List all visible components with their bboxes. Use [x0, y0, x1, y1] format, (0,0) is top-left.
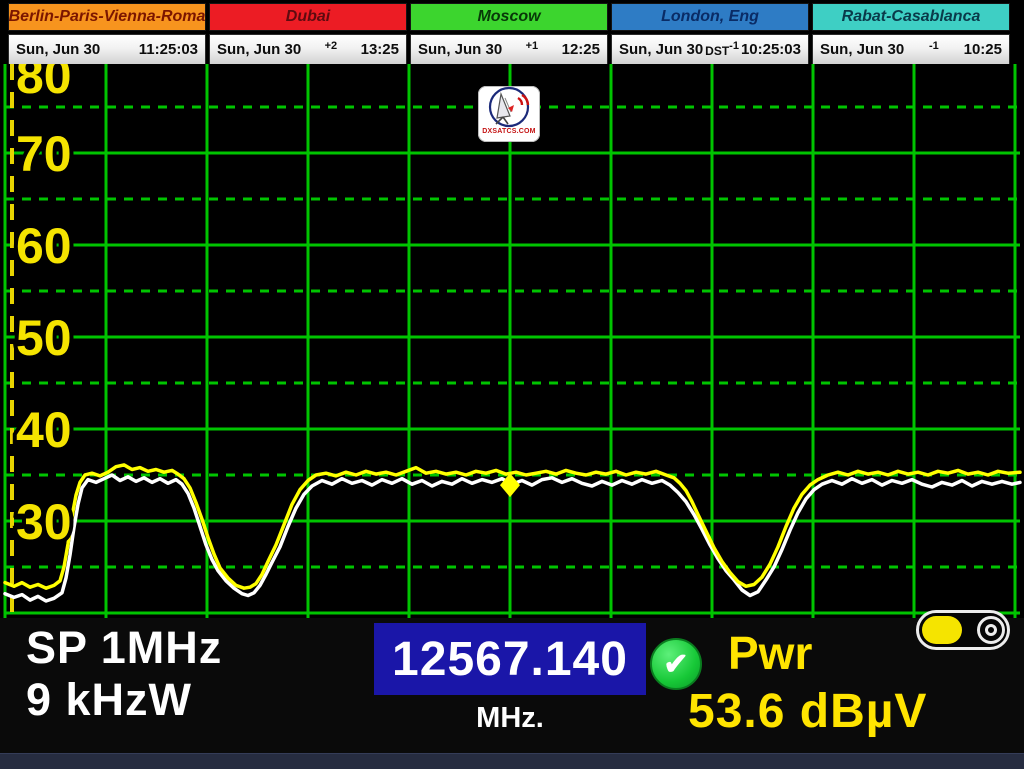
lock-check-icon: ✔ [650, 638, 702, 690]
clock-rabat: Rabat-Casablanca Sun, Jun 30 -1 10:25 [812, 3, 1010, 65]
y-tick-label: 60 [16, 218, 72, 274]
city-name-dubai: Dubai [209, 3, 407, 31]
city-name-london: London, Eng [611, 3, 809, 31]
date-label: Sun, Jun 30 [418, 41, 502, 58]
city-name-rabat: Rabat-Casablanca [812, 3, 1010, 31]
tz-offset-label: +2 [325, 40, 338, 59]
clock-time-berlin: Sun, Jun 30 11:25:03 [8, 34, 206, 65]
y-tick-label: 80 [16, 64, 72, 104]
date-label: Sun, Jun 30 [619, 41, 703, 58]
time-label: 10:25:03 [741, 41, 801, 58]
y-tick-label: 30 [16, 494, 72, 550]
tz-offset-label: +1 [526, 40, 539, 59]
y-tick-label: 40 [16, 402, 72, 458]
time-label: 11:25:03 [139, 41, 198, 58]
y-tick-label: 50 [16, 310, 72, 366]
city-row: Berlin-Paris-Vienna-Roma Sun, Jun 30 11:… [8, 3, 1010, 65]
power-label: Pwr [728, 626, 812, 680]
frequency-unit-label: MHz. [374, 702, 646, 735]
toggle-ring-icon [977, 616, 1005, 644]
time-label: 13:25 [361, 41, 399, 58]
y-tick-label: 70 [16, 126, 72, 182]
time-label: 12:25 [562, 41, 600, 58]
date-label: Sun, Jun 30 [16, 41, 100, 58]
bottom-readout-bar: SP 1MHz 9 kHzW 12567.140 MHz. ✔ Pwr 53.6… [0, 618, 1024, 753]
bottom-status-strip [0, 753, 1024, 769]
world-clock-bar: Berlin-Paris-Vienna-Roma Sun, Jun 30 11:… [8, 3, 1010, 65]
spectrum-plot-area: 80 70 60 50 40 30 [0, 64, 1024, 618]
date-label: Sun, Jun 30 [217, 41, 301, 58]
logo-text: DXSATCS.COM [482, 128, 535, 135]
center-marker [500, 473, 520, 497]
time-label: 10:25 [964, 41, 1002, 58]
span-label: SP 1MHz [26, 622, 222, 674]
satellite-dish-icon [484, 86, 534, 130]
city-name-berlin: Berlin-Paris-Vienna-Roma [8, 3, 206, 31]
power-toggle[interactable] [916, 610, 1010, 650]
spectrum-chart: 80 70 60 50 40 30 [0, 64, 1024, 618]
date-label: Sun, Jun 30 [820, 41, 904, 58]
clock-berlin: Berlin-Paris-Vienna-Roma Sun, Jun 30 11:… [8, 3, 206, 65]
rbw-label: 9 kHzW [26, 674, 222, 726]
tz-offset-label: -1 [929, 40, 939, 59]
clock-time-dubai: Sun, Jun 30 +2 13:25 [209, 34, 407, 65]
clock-time-rabat: Sun, Jun 30 -1 10:25 [812, 34, 1010, 65]
clock-london: London, Eng Sun, Jun 30 DST-1 10:25:03 [611, 3, 809, 65]
tz-offset-label: DST-1 [705, 40, 739, 59]
dxsatcs-logo: DXSATCS.COM [478, 86, 540, 142]
clock-time-moscow: Sun, Jun 30 +1 12:25 [410, 34, 608, 65]
power-value: 53.6 dBµV [688, 684, 927, 739]
frequency-display[interactable]: 12567.140 [374, 623, 646, 695]
toggle-knob [922, 616, 962, 644]
clock-dubai: Dubai Sun, Jun 30 +2 13:25 [209, 3, 407, 65]
span-rbw-block: SP 1MHz 9 kHzW [26, 622, 222, 726]
clock-time-london: Sun, Jun 30 DST-1 10:25:03 [611, 34, 809, 65]
city-name-moscow: Moscow [410, 3, 608, 31]
clock-moscow: Moscow Sun, Jun 30 +1 12:25 [410, 3, 608, 65]
